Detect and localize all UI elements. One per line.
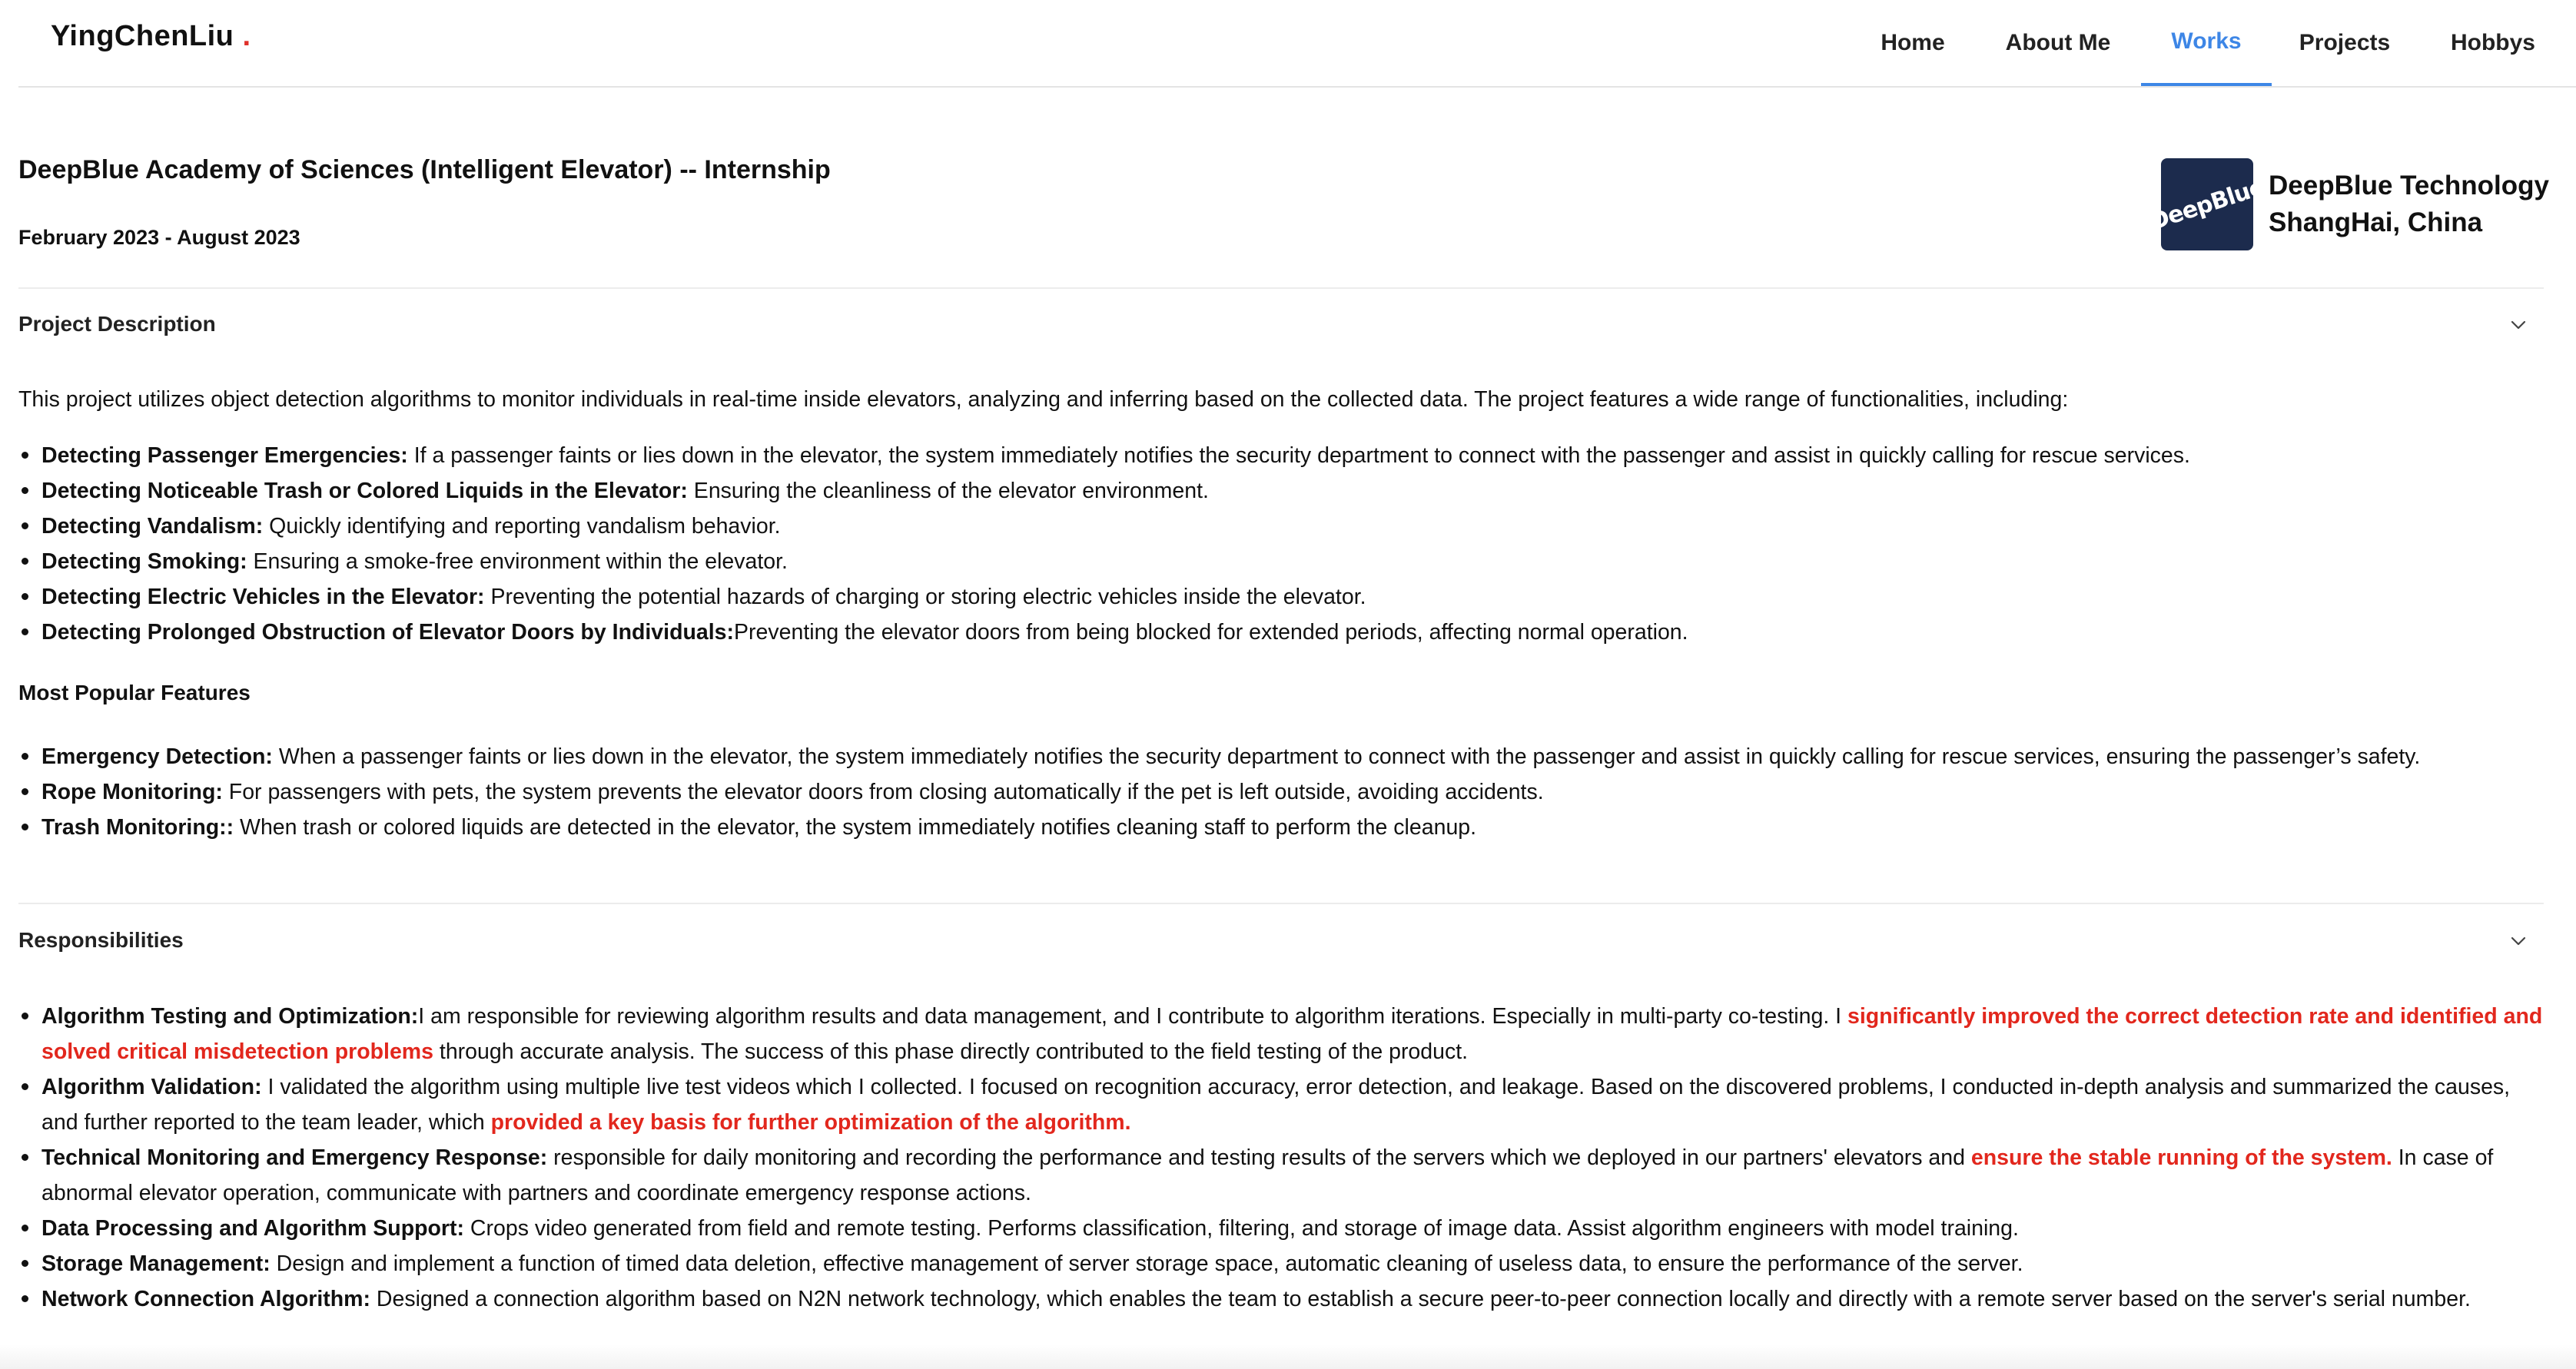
company-logo: DeepBlue — [2161, 158, 2253, 250]
company-logo-text: DeepBlue — [2161, 173, 2253, 236]
list-item: Detecting Prolonged Obstruction of Eleva… — [18, 615, 2547, 650]
project-intro: This project utilizes object detection a… — [18, 387, 2069, 412]
list-item: Network Connection Algorithm: Designed a… — [18, 1281, 2547, 1317]
list-item: Detecting Electric Vehicles in the Eleva… — [18, 579, 2547, 615]
nav-projects[interactable]: Projects — [2279, 0, 2410, 86]
highlight-text: ensure the stable running of the system. — [1970, 1145, 2392, 1170]
company-name: DeepBlue Technology — [2269, 171, 2549, 201]
page-bottom-shadow — [0, 1344, 2576, 1369]
feature-list: Detecting Passenger Emergencies: If a pa… — [18, 438, 2547, 650]
top-navigation-bar: YingChenLiu . Home About Me Works Projects H… — [0, 0, 2576, 88]
company-location: ShangHai, China — [2269, 207, 2483, 237]
popular-feature-list: Emergency Detection: When a passenger fa… — [18, 739, 2547, 845]
project-description-toggle[interactable]: Project Description — [18, 312, 216, 336]
nav-home[interactable]: Home — [1858, 0, 1967, 86]
list-item: Detecting Smoking: Ensuring a smoke-free… — [18, 544, 2547, 579]
list-item: Data Processing and Algorithm Support: C… — [18, 1211, 2547, 1246]
header-divider — [18, 86, 2576, 88]
list-item: Technical Monitoring and Emergency Respo… — [18, 1140, 2547, 1211]
responsibility-list: Algorithm Testing and Optimization:I am … — [18, 999, 2547, 1317]
chevron-down-icon[interactable] — [2508, 931, 2528, 951]
list-item: Emergency Detection: When a passenger fa… — [18, 739, 2547, 774]
list-item: Trash Monitoring:: When trash or colored… — [18, 810, 2547, 845]
nav-hobbys[interactable]: Hobbys — [2428, 0, 2558, 86]
list-item: Detecting Passenger Emergencies: If a pa… — [18, 438, 2547, 473]
list-item: Rope Monitoring: For passengers with pet… — [18, 774, 2547, 810]
popular-features-heading: Most Popular Features — [18, 681, 251, 704]
list-item: Storage Management: Design and implement… — [18, 1246, 2547, 1281]
nav-about-me[interactable]: About Me — [1990, 0, 2126, 86]
main-nav: Home About Me Works Projects Hobbys — [0, 0, 2576, 86]
job-title: DeepBlue Academy of Sciences (Intelligen… — [18, 155, 831, 184]
list-item: Algorithm Testing and Optimization:I am … — [18, 999, 2547, 1069]
section-divider — [18, 903, 2544, 904]
list-item: Detecting Vandalism: Quickly identifying… — [18, 509, 2547, 544]
company-info: DeepBlue Technology ShangHai, China — [2269, 167, 2549, 241]
list-item: Algorithm Validation: I validated the al… — [18, 1069, 2547, 1140]
job-dates: February 2023 - August 2023 — [18, 226, 300, 249]
highlight-text: provided a key basis for further optimiz… — [490, 1110, 1131, 1135]
section-divider — [18, 287, 2544, 289]
chevron-down-icon[interactable] — [2508, 315, 2528, 335]
nav-works[interactable]: Works — [2141, 0, 2272, 86]
responsibilities-toggle[interactable]: Responsibilities — [18, 928, 184, 953]
list-item: Detecting Noticeable Trash or Colored Li… — [18, 473, 2547, 509]
